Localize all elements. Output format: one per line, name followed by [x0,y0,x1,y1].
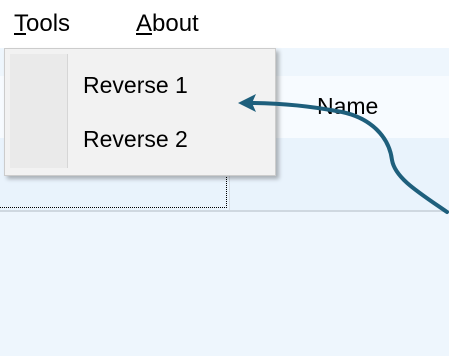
arrow-path [248,101,449,214]
curved-arrow-annotation-icon [238,94,449,214]
